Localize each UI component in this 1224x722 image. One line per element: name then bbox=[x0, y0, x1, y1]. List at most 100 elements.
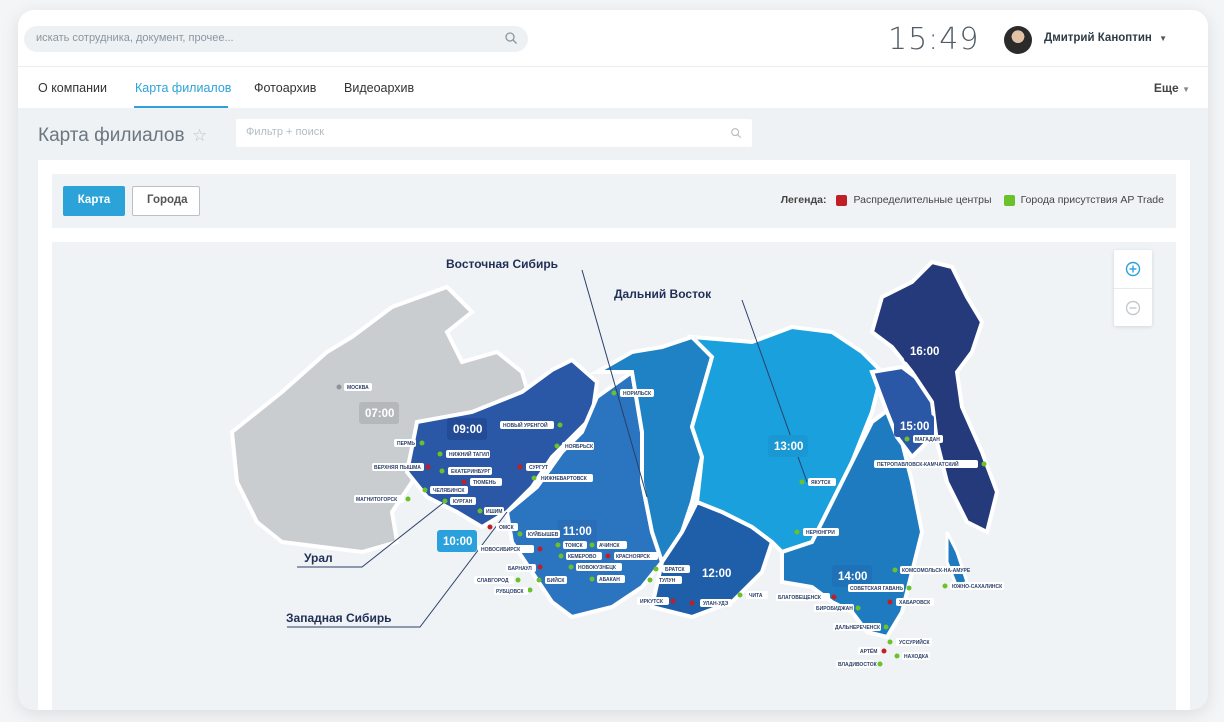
city-label: ХАБАРОВСК bbox=[899, 600, 931, 606]
city-label: СУРГУТ bbox=[529, 465, 548, 471]
tz-label: 15:00 bbox=[900, 421, 929, 433]
city-label: ТЮМЕНЬ bbox=[473, 480, 496, 486]
city-dot bbox=[877, 661, 883, 667]
city-dot bbox=[517, 531, 523, 537]
avatar[interactable] bbox=[1004, 26, 1032, 54]
city-label: КУРГАН bbox=[453, 499, 473, 505]
city-dot bbox=[557, 422, 563, 428]
tz-label: 12:00 bbox=[702, 568, 731, 580]
city-dot bbox=[517, 464, 523, 470]
city-nakhodka: НАХОДКА bbox=[894, 652, 930, 660]
chevron-down-icon: ▼ bbox=[1159, 34, 1168, 43]
clock: 15:49 bbox=[888, 22, 980, 57]
city-label: ВЛАДИВОСТОК bbox=[838, 662, 878, 668]
legend-item-distribution: Распределительные центры bbox=[836, 194, 992, 206]
zoom-out-button[interactable] bbox=[1114, 288, 1152, 326]
tab-photo-archive[interactable]: Фотоархив bbox=[254, 81, 316, 95]
city-nizhnevartovsk: НИЖНЕВАРТОВСК bbox=[531, 474, 593, 482]
nav-tabs: О компании Карта филиалов Фотоархив Виде… bbox=[18, 66, 1208, 108]
map-view-button[interactable]: Карта bbox=[63, 186, 125, 216]
city-dot bbox=[589, 542, 595, 548]
city-dot bbox=[894, 653, 900, 659]
tz-label: 14:00 bbox=[838, 571, 867, 583]
city-label: УЛАН-УДЭ bbox=[703, 601, 729, 607]
page-title: Карта филиалов bbox=[38, 125, 185, 146]
legend-label-distribution: Распределительные центры bbox=[853, 194, 992, 206]
city-label: ЧЕЛЯБИНСК bbox=[433, 488, 465, 494]
user-menu[interactable]: Дмитрий Каноптин ▼ bbox=[1044, 32, 1167, 44]
city-label: БАРНАУЛ bbox=[508, 566, 532, 572]
city-dot bbox=[883, 624, 889, 630]
city-label: НЕРЮНГРИ bbox=[806, 530, 835, 536]
city-label: МАГАДАН bbox=[915, 437, 940, 443]
tab-branch-map[interactable]: Карта филиалов bbox=[135, 81, 231, 95]
city-verkhnyaya-pyshma: ВЕРХНЯЯ ПЫШМА bbox=[372, 463, 431, 471]
city-label: ДАЛЬНЕРЕЧЕНСК bbox=[835, 625, 881, 631]
city-label: СОВЕТСКАЯ ГАВАНЬ bbox=[850, 586, 903, 592]
city-dalnerechensk: ДАЛЬНЕРЕЧЕНСК bbox=[833, 623, 889, 631]
city-dot bbox=[904, 436, 910, 442]
city-dot bbox=[425, 464, 431, 470]
tz-label: 16:00 bbox=[910, 346, 939, 358]
cities-view-button[interactable]: Города bbox=[132, 186, 200, 216]
city-label: ВЕРХНЯЯ ПЫШМА bbox=[374, 465, 421, 471]
city-label: ИРКУТСК bbox=[640, 599, 664, 605]
tab-about[interactable]: О компании bbox=[38, 81, 107, 95]
city-label: ТОМСК bbox=[565, 543, 584, 549]
city-dot bbox=[589, 576, 595, 582]
zoom-in-button[interactable] bbox=[1114, 250, 1152, 288]
city-label: СЛАВГОРОД bbox=[477, 578, 509, 584]
city-label: УССУРИЙСК bbox=[899, 638, 931, 646]
city-dot bbox=[799, 479, 805, 485]
search-icon[interactable] bbox=[504, 31, 518, 50]
city-dot bbox=[737, 592, 743, 598]
tz-label: 13:00 bbox=[774, 441, 803, 453]
city-label: ПЕТРОПАВЛОВСК-КАМЧАТСКИЙ bbox=[877, 460, 959, 468]
tab-video-archive[interactable]: Видеоархив bbox=[344, 81, 414, 95]
legend-swatch-red bbox=[836, 194, 848, 206]
city-novosibirsk: НОВОСИБИРСК bbox=[478, 545, 543, 553]
russia-map: Восточная Сибирь Дальний Восток Урал Зап… bbox=[229, 257, 1004, 668]
city-label: АБАКАН bbox=[599, 577, 620, 583]
city-label: БИЙСК bbox=[547, 576, 565, 584]
active-tab-indicator bbox=[134, 106, 228, 108]
city-label: МАГНИТОГОРСК bbox=[356, 497, 398, 503]
city-dot bbox=[881, 648, 887, 654]
city-dot bbox=[605, 553, 611, 559]
city-ussuriysk: УССУРИЙСК bbox=[887, 638, 932, 646]
global-search-placeholder: искать сотрудника, документ, прочее... bbox=[36, 32, 234, 44]
city-dot bbox=[558, 553, 564, 559]
city-dot bbox=[689, 600, 695, 606]
favorite-star-icon[interactable]: ☆ bbox=[192, 126, 207, 146]
city-dot bbox=[437, 451, 443, 457]
city-label: НОРИЛЬСК bbox=[623, 391, 652, 397]
city-dot bbox=[794, 529, 800, 535]
city-dot bbox=[422, 487, 428, 493]
city-label: ЕКАТЕРИНБУРГ bbox=[451, 469, 491, 475]
global-search-input[interactable]: искать сотрудника, документ, прочее... bbox=[24, 26, 528, 52]
region-sakhalin bbox=[945, 531, 969, 590]
city-yuzhno-sakhalinsk: ЮЖНО-САХАЛИНСК bbox=[942, 582, 1004, 590]
city-dot bbox=[336, 384, 342, 390]
city-artyom: АРТЁМ bbox=[858, 647, 887, 655]
more-menu[interactable]: Еще ▼ bbox=[1154, 81, 1190, 95]
city-tulun: ТУЛУН bbox=[647, 576, 682, 584]
city-dot bbox=[419, 440, 425, 446]
city-label: ТУЛУН bbox=[659, 578, 676, 584]
map-card: Карта Города Легенда: Распределительные … bbox=[38, 160, 1190, 710]
app-window: искать сотрудника, документ, прочее... 1… bbox=[18, 10, 1208, 710]
city-dot bbox=[461, 479, 467, 485]
legend-item-presence: Города присутствия AP Trade bbox=[1003, 194, 1164, 206]
city-dot bbox=[981, 461, 987, 467]
city-dot bbox=[554, 443, 560, 449]
legend-title: Легенда: bbox=[780, 194, 827, 206]
city-dot bbox=[906, 585, 912, 591]
city-dot bbox=[405, 496, 411, 502]
filter-search-input[interactable]: Фильтр + поиск bbox=[236, 119, 752, 147]
search-icon[interactable] bbox=[730, 126, 742, 144]
city-birobidzhan: БИРОБИДЖАН bbox=[814, 604, 861, 612]
map-area[interactable]: Восточная Сибирь Дальний Восток Урал Зап… bbox=[52, 242, 1176, 710]
city-label: БИРОБИДЖАН bbox=[816, 606, 853, 612]
city-label: КЕМЕРОВО bbox=[568, 554, 597, 560]
city-label: ПЕРМЬ bbox=[397, 441, 415, 447]
